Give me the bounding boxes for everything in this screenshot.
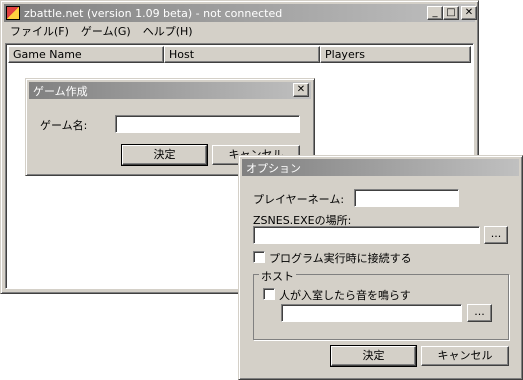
create-game-ok-button[interactable]: 決定 [121, 144, 208, 166]
connect-on-start-label[interactable]: プログラム実行時に接続する [269, 250, 412, 266]
sound-on-join-checkbox[interactable] [263, 288, 275, 300]
close-button[interactable]: ✕ [461, 6, 477, 20]
connect-on-start-checkbox[interactable] [253, 251, 265, 263]
menu-bar: ファイル(F) ゲーム(G) ヘルプ(H) [4, 23, 475, 41]
sound-browse-button[interactable]: ... [467, 304, 492, 322]
create-game-close-button[interactable]: ✕ [293, 83, 309, 97]
main-titlebar[interactable]: zbattle.net (version 1.09 beta) - not co… [4, 4, 475, 22]
maximize-button[interactable]: □ [443, 6, 459, 20]
player-name-label: プレイヤーネーム: [253, 193, 345, 206]
menu-file[interactable]: ファイル(F) [4, 23, 75, 41]
menu-game[interactable]: ゲーム(G) [75, 23, 137, 41]
host-group-label: ホスト [259, 268, 296, 284]
game-name-input[interactable] [115, 115, 300, 133]
game-name-label: ゲーム名: [40, 119, 88, 132]
create-game-title: ゲーム作成 [33, 84, 88, 98]
menu-help[interactable]: ヘルプ(H) [137, 23, 199, 41]
zsnes-browse-button[interactable]: ... [484, 226, 508, 244]
create-game-titlebar[interactable]: ゲーム作成 [29, 82, 311, 99]
game-list-header: Game Name Host Players [8, 46, 471, 63]
app-icon [6, 6, 20, 20]
options-titlebar[interactable]: オプション [242, 159, 519, 176]
options-ok-button[interactable]: 決定 [330, 345, 417, 367]
zsnes-path-input[interactable] [253, 226, 480, 244]
player-name-input[interactable] [354, 189, 459, 207]
main-window-title: zbattle.net (version 1.09 beta) - not co… [24, 6, 283, 20]
options-cancel-button[interactable]: キャンセル [421, 346, 509, 366]
column-players[interactable]: Players [320, 46, 471, 63]
sound-path-input[interactable] [281, 304, 462, 322]
column-host[interactable]: Host [164, 46, 320, 63]
column-game-name[interactable]: Game Name [8, 46, 164, 63]
minimize-button[interactable]: _ [427, 6, 443, 20]
sound-on-join-label[interactable]: 人が入室したら音を鳴らす [279, 287, 411, 303]
options-dialog: オプション プレイヤーネーム: ZSNES.EXEの場所: ... プログラム実… [238, 155, 523, 380]
options-title: オプション [246, 161, 301, 175]
